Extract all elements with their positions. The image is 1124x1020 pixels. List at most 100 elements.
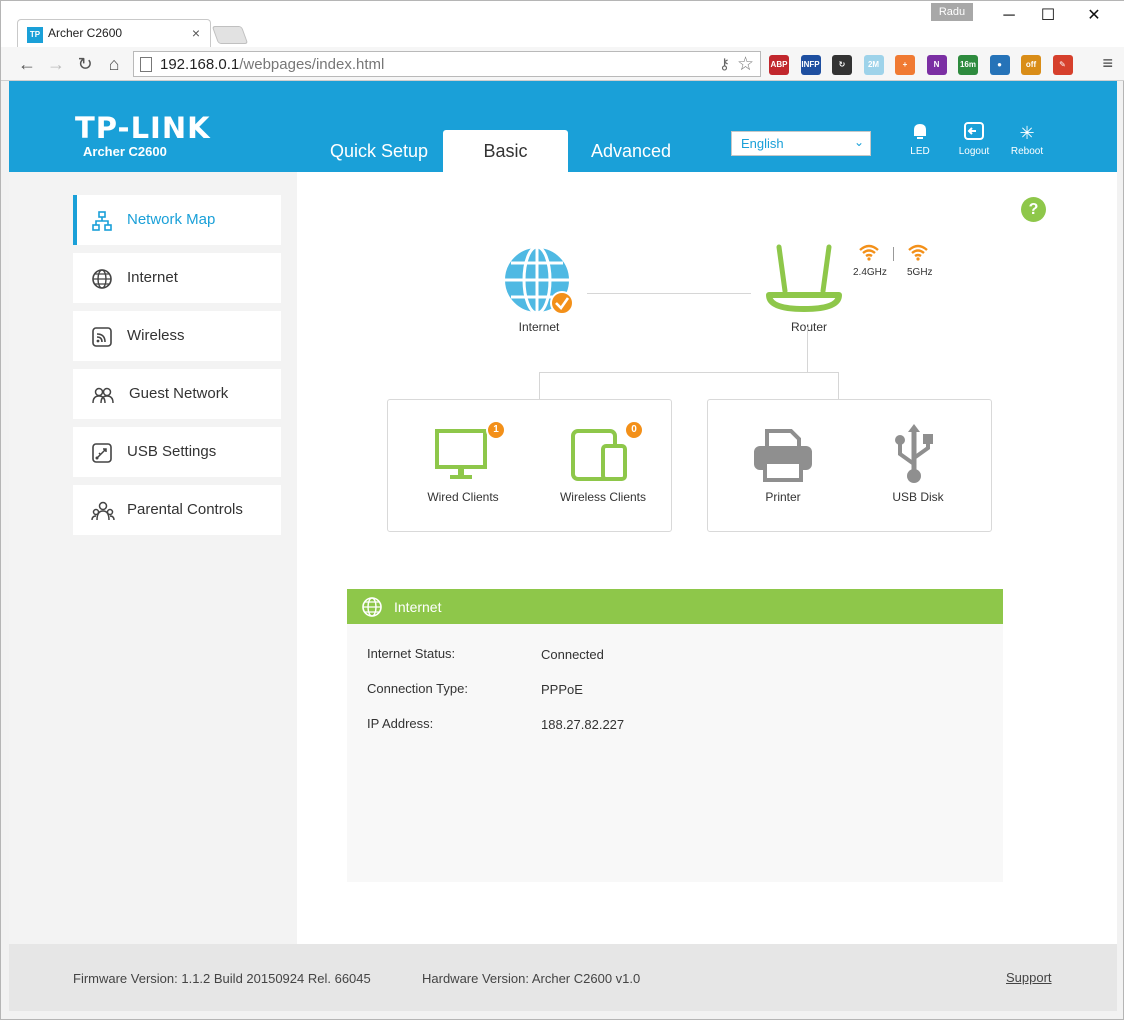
tab-advanced[interactable]: Advanced (581, 130, 681, 172)
globe-icon (362, 597, 382, 617)
connector-line (587, 293, 751, 294)
sidebar-item-guest-network[interactable]: Guest Network (73, 369, 281, 419)
internet-panel-title: Internet (394, 599, 442, 615)
router-node[interactable] (759, 243, 849, 323)
bookmark-star-icon[interactable]: ☆ (737, 53, 754, 76)
globe-icon (91, 268, 113, 290)
url-host: 192.168.0.1 (160, 56, 240, 73)
wifi-5ghz-icon (908, 244, 928, 261)
printer-node[interactable]: Printer (718, 420, 848, 515)
firmware-version: Firmware Version: 1.1.2 Build 20150924 R… (73, 971, 371, 986)
connector-line (539, 372, 839, 373)
minimize-icon[interactable]: ─ (989, 5, 1029, 27)
connector-line (539, 372, 540, 399)
page-footer: Firmware Version: 1.1.2 Build 20150924 R… (9, 944, 1117, 1011)
router-node-label: Router (790, 320, 828, 334)
reboot-label: Reboot (1010, 146, 1044, 157)
led-button[interactable]: LED (895, 121, 945, 157)
internet-panel-header: Internet (347, 589, 1003, 624)
tab-basic[interactable]: Basic (443, 130, 568, 172)
new-tab-button[interactable] (211, 26, 249, 44)
address-bar[interactable]: 192.168.0.1/webpages/index.html ⚷ ☆ (133, 51, 761, 77)
usb-disk-node[interactable]: USB Disk (853, 420, 983, 515)
browser-toolbar: ← → ↻ ⌂ 192.168.0.1/webpages/index.html … (1, 47, 1124, 81)
model-name: Archer C2600 (83, 144, 167, 159)
led-label: LED (910, 146, 930, 157)
wired-clients-label: Wired Clients (427, 490, 499, 504)
reboot-button[interactable]: ✳ Reboot (1002, 121, 1052, 157)
tab-quick-setup[interactable]: Quick Setup (323, 130, 435, 172)
chevron-down-icon: ⌄ (853, 135, 864, 149)
reload-icon[interactable]: ↻ (73, 52, 97, 76)
speed-icon[interactable]: 2M (863, 55, 884, 75)
sidebar-item-usb-settings[interactable]: USB Settings (73, 427, 281, 477)
ip-address-value: 188.27.82.227 (541, 717, 625, 732)
support-link[interactable]: Support (1006, 970, 1052, 985)
sync-icon[interactable]: ↻ (832, 55, 852, 75)
connector-line (807, 327, 808, 372)
logout-icon (949, 121, 999, 145)
wireless-icon (91, 326, 113, 348)
wireless-clients-node[interactable]: 0 Wireless Clients (538, 420, 668, 515)
profile-button[interactable]: Radu (931, 3, 973, 21)
band-24ghz-label: 2.4GHz (853, 267, 887, 278)
key-icon[interactable]: ⚷ (719, 55, 730, 73)
guest-network-icon (91, 384, 114, 406)
browser-menu-icon[interactable]: ≡ (1102, 53, 1113, 74)
sidebar-item-label: Internet (127, 269, 178, 286)
sidebar: Network Map Internet Wireless Guest Netw… (9, 172, 297, 944)
wired-clients-node[interactable]: 1 Wired Clients (398, 420, 528, 515)
timer-icon[interactable]: 16m (958, 55, 978, 75)
home-icon[interactable]: ⌂ (102, 52, 126, 76)
sidebar-item-network-map[interactable]: Network Map (73, 195, 281, 245)
pen-icon[interactable]: ✎ (1052, 55, 1073, 75)
language-select[interactable]: English ⌄ (731, 131, 871, 156)
sidebar-item-parental-controls[interactable]: Parental Controls (73, 485, 281, 535)
browser-titlebar: TP Archer C2600 × Radu ─ ☐ ✕ (1, 1, 1124, 47)
language-value: English (741, 136, 784, 151)
connector-line (838, 372, 839, 399)
usb-icon (895, 424, 933, 483)
band-5ghz-label: 5GHz (907, 267, 933, 278)
ghostery-icon[interactable]: off (1021, 55, 1041, 75)
plus-icon[interactable]: + (895, 55, 915, 75)
connection-type-label: Connection Type: (367, 681, 468, 696)
usb-disk-label: USB Disk (892, 490, 944, 504)
infp-icon[interactable]: INFP (800, 55, 821, 75)
clients-card: 1 Wired Clients 0 Wireless Clients (387, 399, 672, 532)
maximize-icon[interactable]: ☐ (1028, 5, 1068, 27)
tplink-logo: TP-LINK (75, 111, 211, 145)
wireless-clients-label: Wireless Clients (559, 490, 646, 504)
router-page: TP-LINK Archer C2600 Quick Setup Basic A… (9, 81, 1117, 1011)
status-label: Internet Status: (367, 646, 456, 661)
printer-icon (754, 429, 812, 482)
sidebar-item-internet[interactable]: Internet (73, 253, 281, 303)
browser-tab[interactable]: TP Archer C2600 × (17, 19, 211, 47)
status-value: Connected (541, 647, 604, 662)
back-icon[interactable]: ← (15, 52, 39, 76)
help-icon[interactable]: ? (1021, 197, 1046, 222)
logout-button[interactable]: Logout (949, 121, 999, 157)
internet-node-label: Internet (518, 320, 560, 334)
connection-type-value: PPPoE (541, 682, 583, 697)
tab-title: Archer C2600 (48, 26, 123, 40)
wireless-count-badge: 0 (624, 420, 644, 440)
chart-icon[interactable]: ● (989, 55, 1010, 75)
devices-icon (571, 429, 627, 481)
ip-address-label: IP Address: (367, 716, 434, 731)
url-path: /webpages/index.html (239, 56, 385, 73)
onenote-icon[interactable]: N (926, 55, 947, 75)
tab-close-icon[interactable]: × (192, 25, 200, 41)
monitor-icon (435, 429, 487, 479)
page-icon (140, 57, 152, 72)
adblock-icon[interactable]: ABP (769, 55, 789, 75)
printer-label: Printer (765, 490, 801, 504)
forward-icon[interactable]: → (44, 52, 68, 76)
internet-globe-icon (503, 245, 574, 315)
tplink-favicon-icon: TP (27, 27, 43, 43)
sidebar-item-label: Network Map (127, 211, 216, 228)
band-divider (893, 247, 894, 261)
router-header: TP-LINK Archer C2600 Quick Setup Basic A… (9, 81, 1117, 172)
sidebar-item-wireless[interactable]: Wireless (73, 311, 281, 361)
close-window-icon[interactable]: ✕ (1074, 5, 1114, 27)
